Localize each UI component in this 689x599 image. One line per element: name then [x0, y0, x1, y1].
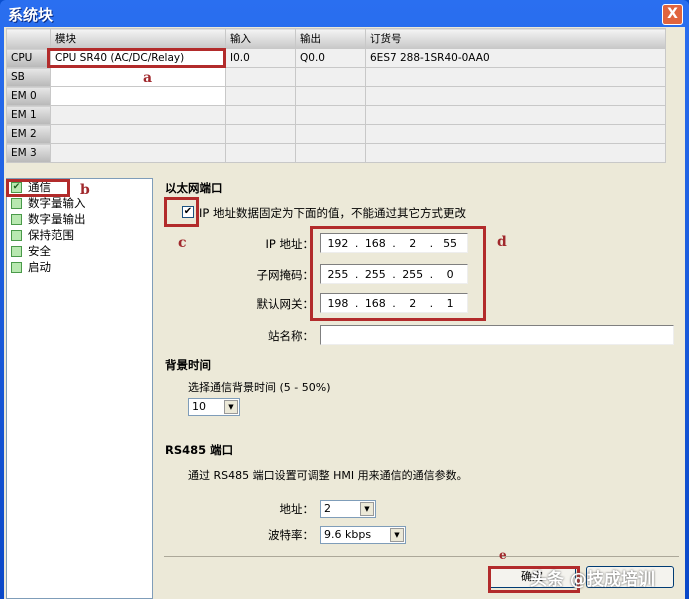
baud-rate-select[interactable]: 9.6 kbps ▼ [320, 526, 406, 544]
tree-item-retentive[interactable]: 保持范围 [7, 227, 152, 243]
chevron-down-icon: ▼ [360, 502, 374, 516]
table-row[interactable]: EM 2 [6, 124, 666, 144]
baud-label: 波特率： [268, 528, 314, 542]
table-row[interactable]: EM 3 [6, 143, 666, 163]
annotation-box-a [47, 48, 226, 68]
annotation-e: e [499, 548, 507, 562]
node-icon [11, 213, 22, 225]
tree-item-startup[interactable]: 启动 [7, 259, 152, 275]
node-icon [11, 245, 22, 257]
node-icon [11, 229, 22, 241]
station-name-input[interactable] [320, 325, 674, 345]
module-cell[interactable] [50, 105, 226, 125]
table-row[interactable]: EM 1 [6, 105, 666, 125]
address-select[interactable]: 2 ▼ [320, 500, 376, 518]
fixed-ip-label: IP 地址数据固定为下面的值，不能通过其它方式更改 [199, 206, 466, 220]
annotation-c: c [178, 235, 187, 251]
rs485-title: RS485 端口 [165, 443, 234, 457]
chevron-down-icon: ▼ [390, 528, 404, 542]
gateway-label: 默认网关： [256, 297, 315, 311]
settings-tree: ✔ 通信 数字量输入 数字量输出 保持范围 安全 启动 [6, 178, 153, 599]
station-label: 站名称： [268, 329, 314, 343]
col-module: 模块 [50, 28, 226, 49]
col-input: 输入 [225, 28, 296, 49]
col-output: 输出 [295, 28, 366, 49]
annotation-a: a [143, 70, 153, 86]
table-row[interactable]: EM 0 [6, 86, 666, 106]
watermark: 头条 @技成培训 [530, 570, 655, 590]
window-title: 系统块 [8, 6, 54, 24]
module-cell[interactable] [50, 67, 226, 87]
background-time-select[interactable]: 10 ▼ [188, 398, 240, 416]
background-title: 背景时间 [165, 358, 211, 372]
mask-label: 子网掩码： [256, 268, 315, 282]
address-label: 地址： [279, 502, 315, 516]
close-button[interactable]: X [662, 4, 683, 25]
annotation-box-c [164, 197, 199, 227]
divider [164, 556, 679, 557]
annotation-box-d [310, 226, 486, 321]
tree-item-digital-output[interactable]: 数字量输出 [7, 211, 152, 227]
ip-label: IP 地址： [265, 237, 314, 251]
background-label: 选择通信背景时间 (5 - 50%) [188, 381, 331, 394]
rs485-description: 通过 RS485 端口设置可调整 HMI 用来通信的通信参数。 [188, 469, 468, 482]
annotation-b: b [80, 182, 90, 198]
module-cell[interactable] [50, 124, 226, 144]
node-icon [11, 197, 22, 209]
annotation-box-b [6, 179, 70, 197]
tree-item-security[interactable]: 安全 [7, 243, 152, 259]
node-icon [11, 261, 22, 273]
col-order: 订货号 [365, 28, 666, 49]
module-cell[interactable] [50, 143, 226, 163]
ethernet-title: 以太网端口 [165, 181, 223, 195]
annotation-d: d [497, 234, 507, 250]
chevron-down-icon: ▼ [224, 400, 238, 414]
table-row[interactable]: SB [6, 67, 666, 87]
module-cell[interactable] [50, 86, 226, 106]
